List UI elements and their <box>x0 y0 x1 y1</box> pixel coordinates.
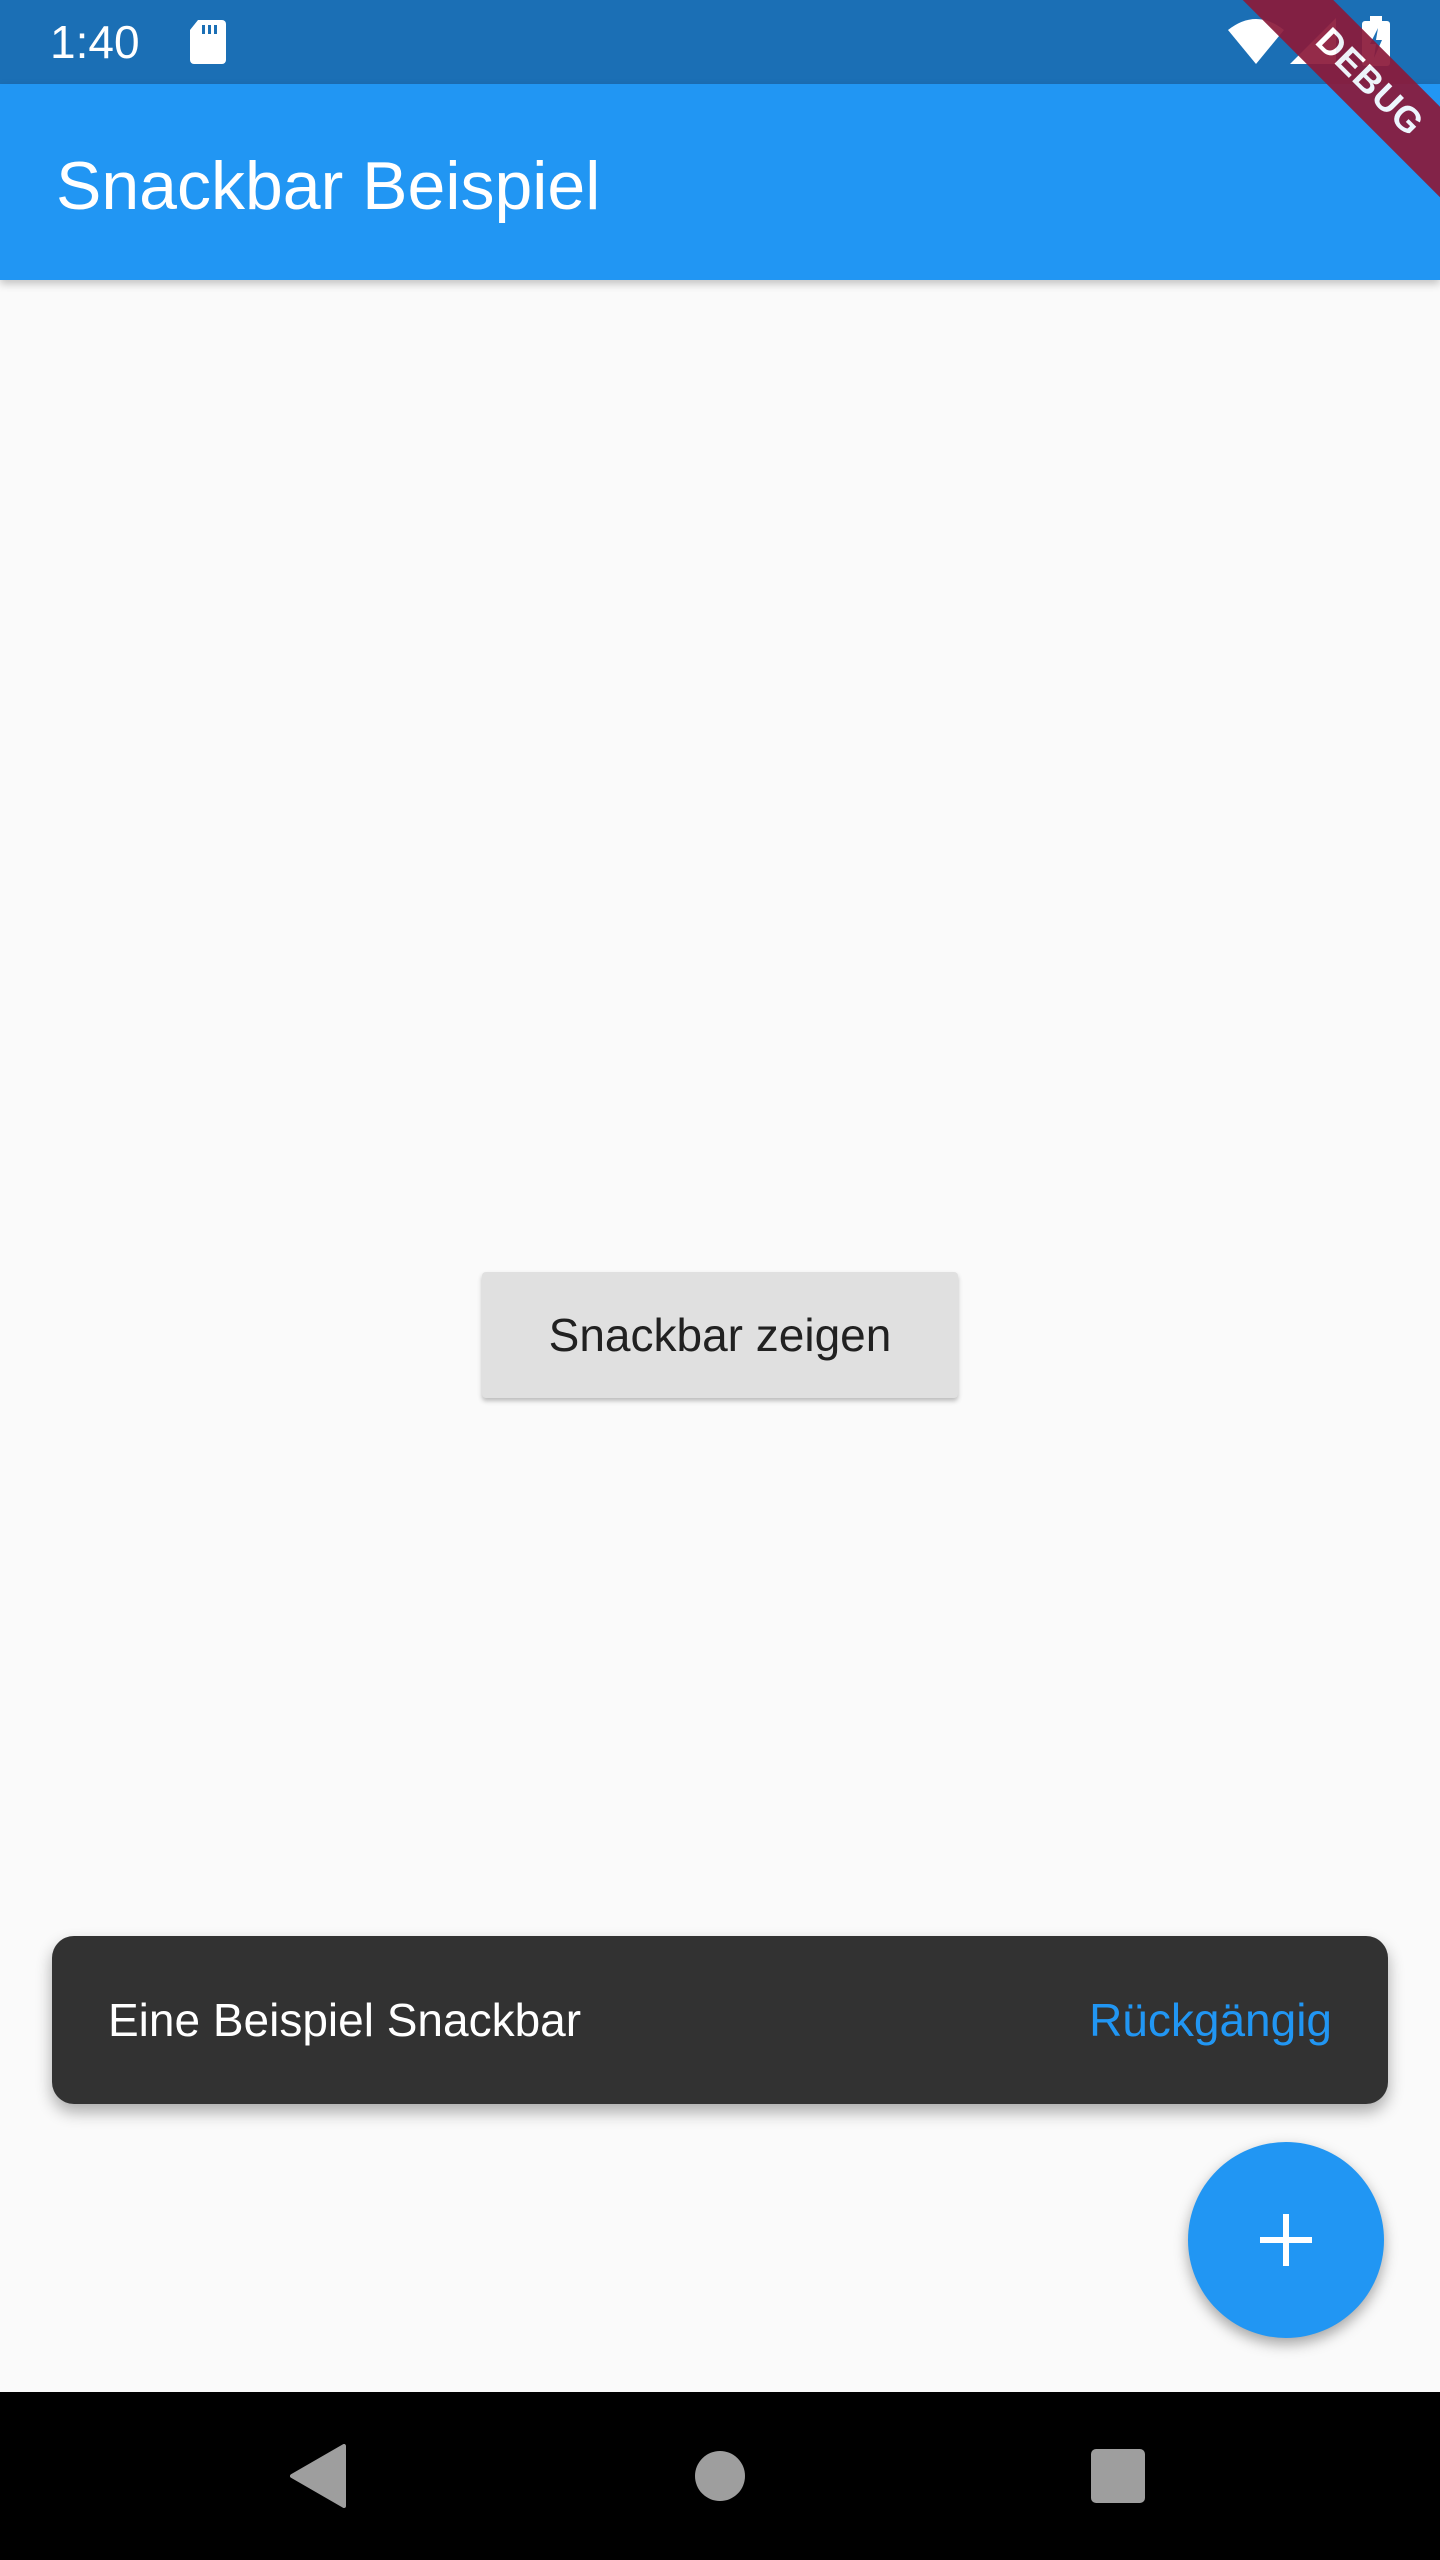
snackbar-message: Eine Beispiel Snackbar <box>108 1994 582 2046</box>
debug-banner-container: DEBUG <box>1160 0 1440 280</box>
sd-card-icon <box>190 20 226 64</box>
snackbar: Eine Beispiel Snackbar Rückgängig <box>52 1936 1388 2104</box>
snackbar-undo-button[interactable]: Rückgängig <box>1089 1936 1332 2104</box>
page-title: Snackbar Beispiel <box>56 148 601 224</box>
debug-banner: DEBUG <box>1213 0 1440 239</box>
recents-icon[interactable] <box>1090 2448 1146 2504</box>
show-snackbar-button[interactable]: Snackbar zeigen <box>482 1272 958 1398</box>
home-icon[interactable] <box>694 2446 746 2506</box>
back-icon[interactable] <box>290 2444 346 2508</box>
system-nav-bar <box>0 2392 1440 2560</box>
add-fab-button[interactable] <box>1188 2142 1384 2338</box>
plus-icon <box>1260 2214 1312 2266</box>
status-time: 1:40 <box>50 16 140 68</box>
